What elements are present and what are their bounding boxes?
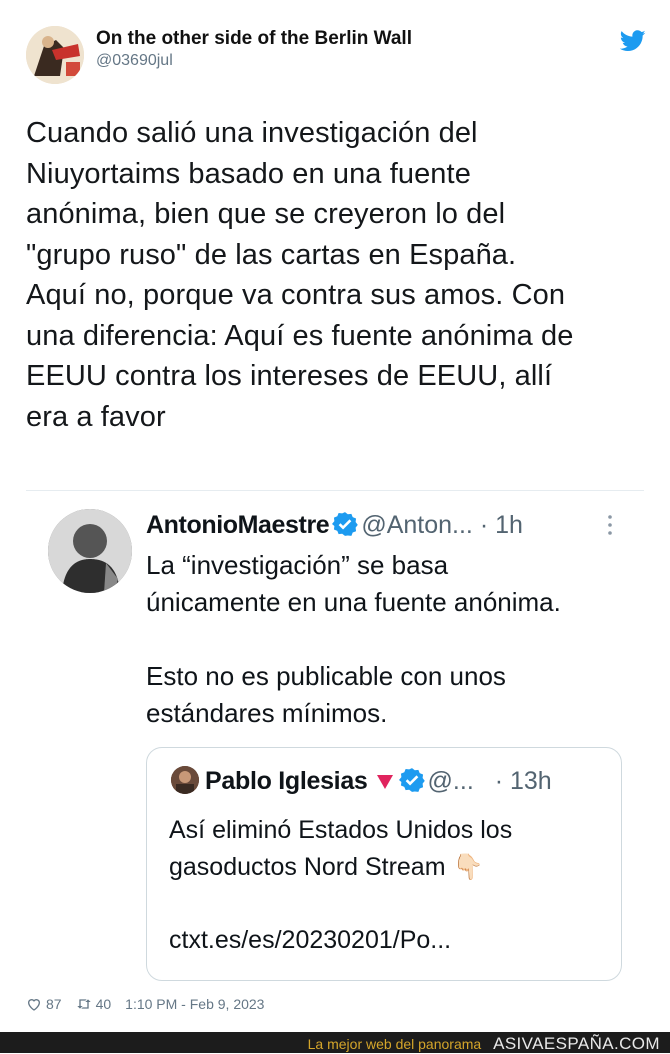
embedded-tweet-header: AntonioMaestre @Anton... · 1h — [146, 511, 626, 547]
embedded-author-handle: @Anton... — [361, 511, 473, 539]
quoted-author-handle: @... — [427, 767, 474, 795]
author-handle[interactable]: @03690jul — [96, 50, 412, 72]
tweet-card: On the other side of the Berlin Wall @03… — [0, 0, 670, 1032]
tweet-footer: 87 40 1:10 PM - Feb 9, 2023 — [26, 994, 264, 1014]
embedded-tweet-text: La “investigación” se basa únicamente en… — [146, 550, 561, 728]
heart-icon[interactable] — [26, 996, 42, 1012]
quoted-tweet: Pablo Iglesias @... · 13h Así eliminó Est… — [146, 747, 622, 981]
author-name[interactable]: On the other side of the Berlin Wall — [96, 28, 412, 50]
embedded-tweet-screenshot: AntonioMaestre @Anton... · 1h La “investi… — [26, 490, 644, 994]
quoted-tweet-header: Pablo Iglesias @... · 13h — [171, 766, 611, 796]
tweet-text: Cuando salió una investigación del Niuyo… — [26, 117, 574, 433]
banner-tagline: La mejor web del panorama — [307, 1036, 482, 1052]
author-avatar[interactable] — [26, 26, 84, 84]
embedded-author-avatar — [48, 509, 132, 593]
tweet-timestamp[interactable]: 1:10 PM - Feb 9, 2023 — [125, 996, 264, 1012]
twitter-bird-icon[interactable] — [620, 30, 646, 52]
quoted-author-avatar — [171, 766, 199, 794]
tweet-header: On the other side of the Berlin Wall @03… — [26, 24, 646, 84]
quoted-author-name: Pablo Iglesias — [205, 767, 368, 795]
embedded-author-name: AntonioMaestre — [146, 511, 330, 539]
retweet-count[interactable]: 40 — [96, 996, 112, 1012]
red-triangle-icon — [376, 775, 393, 789]
site-watermark-banner: La mejor web del panorama ASIVAESPAÑA.CO… — [0, 1032, 670, 1053]
quoted-tweet-link: ctxt.es/es/20230201/Po... — [169, 926, 452, 954]
retweet-icon[interactable] — [76, 996, 92, 1012]
embedded-time: · 1h — [479, 511, 523, 539]
quoted-tweet-text: Así eliminó Estados Unidos los gasoducto… — [169, 816, 513, 881]
verified-badge-icon — [398, 768, 425, 792]
kebab-menu-icon — [608, 515, 612, 535]
verified-badge-icon — [332, 512, 359, 536]
quoted-time: · 13h — [494, 767, 552, 795]
like-count[interactable]: 87 — [46, 996, 62, 1012]
banner-brand[interactable]: ASIVAESPAÑA.COM — [493, 1034, 660, 1053]
